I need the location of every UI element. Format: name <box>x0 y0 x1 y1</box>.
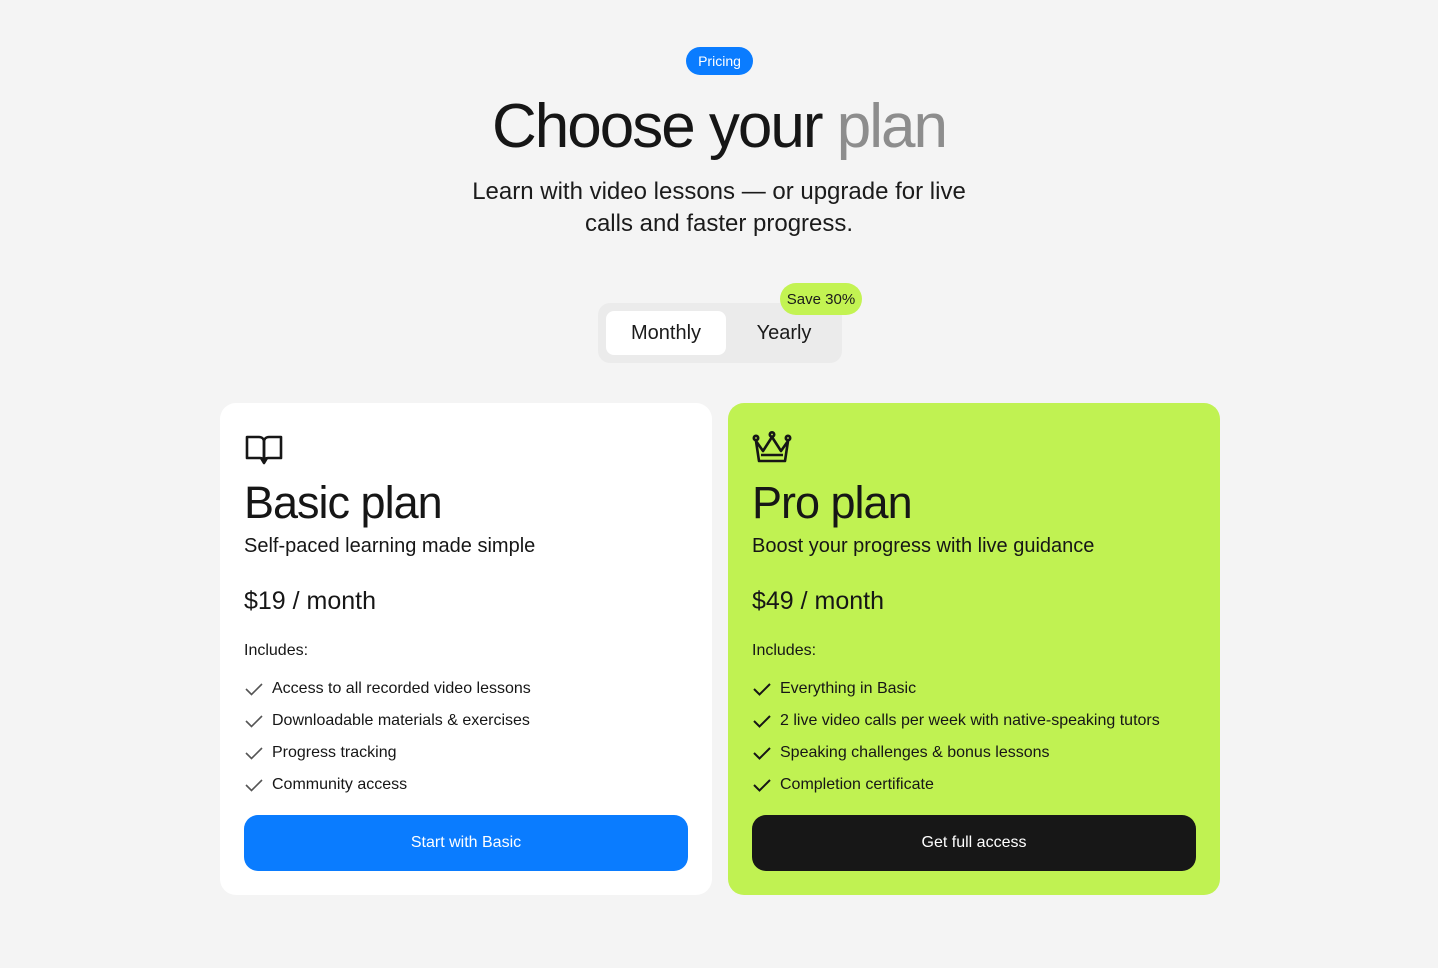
feature-text: Downloadable materials & exercises <box>272 712 530 729</box>
plan-price: $19 / month <box>244 587 377 615</box>
plan-description: Self-paced learning made simple <box>244 535 536 557</box>
save-badge: Save 30% <box>780 283 862 315</box>
check-icon <box>245 747 263 760</box>
plan-title: Basic plan <box>244 477 443 528</box>
plan-price: $49 / month <box>752 587 885 615</box>
check-icon <box>245 683 263 696</box>
feature-item: Completion certificate <box>752 769 1160 801</box>
feature-item: Speaking challenges & bonus lessons <box>752 737 1160 769</box>
feature-text: Community access <box>272 776 408 793</box>
feature-text: Progress tracking <box>272 744 397 761</box>
feature-list: Everything in Basic 2 live video calls p… <box>752 673 1160 801</box>
includes-label: Includes: <box>244 642 309 659</box>
basic-plan-card: Basic plan Self-paced learning made simp… <box>220 403 712 895</box>
feature-item: Everything in Basic <box>752 673 1160 705</box>
feature-text: Everything in Basic <box>780 680 917 697</box>
check-icon <box>753 779 771 792</box>
page-title: Choose your plan <box>0 92 1438 162</box>
page-title-muted: plan <box>836 92 948 161</box>
check-icon <box>245 779 263 792</box>
pro-plan-card: Pro plan Boost your progress with live g… <box>728 403 1220 895</box>
feature-item: Downloadable materials & exercises <box>244 705 531 737</box>
crown-icon <box>752 430 792 467</box>
feature-text: 2 live video calls per week with native-… <box>780 712 1160 729</box>
feature-item: 2 live video calls per week with native-… <box>752 705 1160 737</box>
includes-label: Includes: <box>752 642 817 659</box>
feature-item: Progress tracking <box>244 737 531 769</box>
book-icon <box>244 431 284 467</box>
start-with-basic-button[interactable]: Start with Basic <box>244 815 688 871</box>
billing-monthly-option[interactable]: Monthly <box>606 311 726 355</box>
feature-text: Access to all recorded video lessons <box>272 680 531 697</box>
page-title-main: Choose your <box>492 92 824 161</box>
feature-item: Community access <box>244 769 531 801</box>
get-full-access-button[interactable]: Get full access <box>752 815 1196 871</box>
feature-item: Access to all recorded video lessons <box>244 673 531 705</box>
plan-description: Boost your progress with live guidance <box>752 535 1095 557</box>
check-icon <box>753 715 771 728</box>
plan-title: Pro plan <box>752 477 913 528</box>
check-icon <box>753 683 771 696</box>
billing-yearly-option[interactable]: Yearly <box>724 311 844 355</box>
feature-text: Speaking challenges & bonus lessons <box>780 744 1050 761</box>
check-icon <box>245 715 263 728</box>
feature-text: Completion certificate <box>780 776 934 793</box>
check-icon <box>753 747 771 760</box>
feature-list: Access to all recorded video lessons Dow… <box>244 673 531 801</box>
pricing-pill: Pricing <box>686 47 753 75</box>
page-subtitle: Learn with video lessons — or upgrade fo… <box>472 178 966 237</box>
